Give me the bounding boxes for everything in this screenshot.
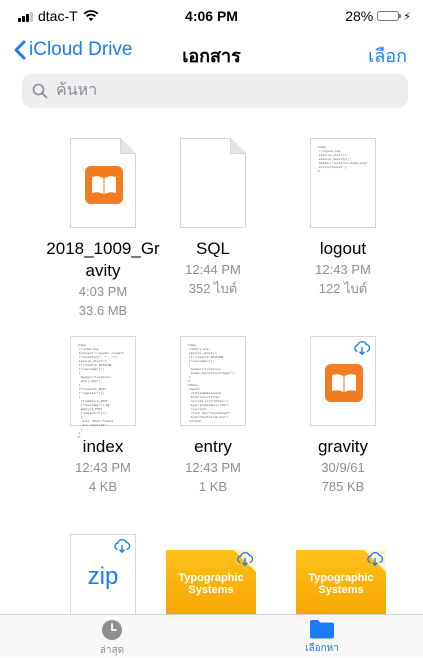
file-item-sql[interactable]: SQL 12:44 PM 352 ไบต์ <box>148 138 278 298</box>
file-name: logout <box>319 239 367 258</box>
tab-recents[interactable]: ล่าสุด <box>52 619 172 658</box>
file-thumbnail <box>310 336 376 426</box>
file-item-typographic-systems[interactable]: Typographic Systems <box>166 550 256 620</box>
cloud-download-icon[interactable] <box>236 551 254 567</box>
search-bar[interactable] <box>22 74 408 108</box>
tab-label: เลือกหา <box>305 643 339 654</box>
code-preview: <?php //entry.php session_start(); if(!i… <box>187 343 236 423</box>
book-icon <box>325 364 363 402</box>
file-thumbnail: <?php //index.php $connect = mysqli_conn… <box>70 336 136 439</box>
code-preview: <?php //index.php $connect = mysqli_conn… <box>77 343 124 439</box>
select-button[interactable]: เลือก <box>368 41 407 70</box>
status-right: 28% ⚡ <box>345 8 411 24</box>
file-thumbnail <box>180 138 246 228</box>
file-item-typographic-systems-2[interactable]: Typographic Systems <box>296 550 386 620</box>
status-bar: dtac-T 4:06 PM 28% ⚡ <box>0 0 423 34</box>
file-size: 122 ไบต์ <box>318 281 368 296</box>
page-title: เอกสาร <box>182 46 241 66</box>
cloud-download-icon[interactable] <box>366 551 384 567</box>
file-size: 1 KB <box>198 479 228 494</box>
file-name: entry <box>194 437 232 456</box>
battery-icon <box>377 11 402 21</box>
tab-browse[interactable]: เลือกหา <box>262 619 382 656</box>
navigation-bar: iCloud Drive เอกสาร เลือก <box>0 34 423 70</box>
file-size: 785 KB <box>321 479 365 494</box>
tab-bar: ล่าสุด เลือกหา <box>0 614 423 657</box>
file-item-zip[interactable]: zip <box>38 534 168 614</box>
folder-icon <box>310 620 334 639</box>
file-item-gravity[interactable]: gravity 30/9/61 785 KB <box>278 336 408 496</box>
file-item-entry[interactable]: <?php //entry.php session_start(); if(!i… <box>148 336 278 496</box>
file-size: 33.6 MB <box>78 303 128 318</box>
file-name: gravity <box>317 437 369 456</box>
file-thumbnail: <?php //entry.php session_start(); if(!i… <box>180 336 246 426</box>
code-preview: <?php //logout.php session_start(); sess… <box>317 145 368 173</box>
charging-icon: ⚡ <box>403 10 411 23</box>
zip-label: zip <box>87 563 119 590</box>
file-item-logout[interactable]: <?php //logout.php session_start(); sess… <box>278 138 408 298</box>
file-name: SQL <box>195 239 231 258</box>
file-size: 352 ไบต์ <box>188 281 238 296</box>
cover-title: Typographic Systems <box>308 572 374 596</box>
battery-percent: 28% <box>345 8 374 24</box>
file-thumbnail: <?php //logout.php session_start(); sess… <box>310 138 376 228</box>
search-icon <box>32 83 48 99</box>
file-date: 12:43 PM <box>185 460 241 475</box>
file-thumbnail <box>70 138 136 228</box>
clock-icon <box>102 620 122 640</box>
cover-title: Typographic Systems <box>178 572 244 596</box>
file-date: 12:44 PM <box>185 262 241 277</box>
cloud-download-icon[interactable] <box>353 340 371 356</box>
file-date: 12:43 PM <box>315 262 371 277</box>
cloud-download-icon[interactable] <box>113 538 131 554</box>
search-input[interactable] <box>54 81 378 101</box>
file-thumbnail: zip <box>70 534 136 614</box>
file-date: 30/9/61 <box>321 460 365 475</box>
book-icon <box>85 166 123 204</box>
